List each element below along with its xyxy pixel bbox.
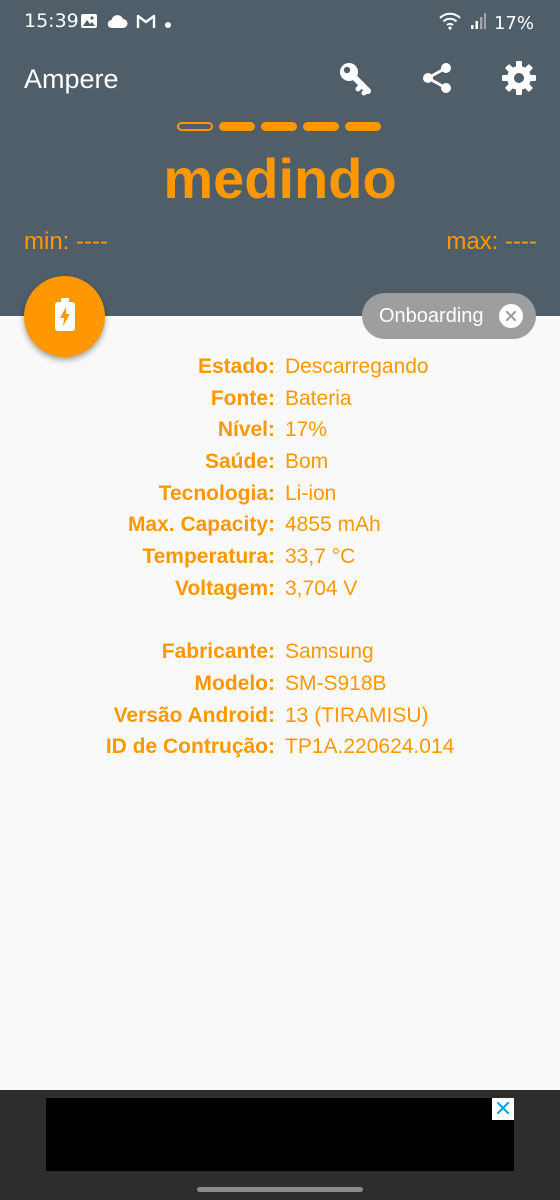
signal-icon: [470, 12, 486, 35]
info-value: Bom: [285, 449, 329, 473]
gesture-nav-handle[interactable]: [197, 1187, 363, 1192]
info-row-max-capacity: Max. Capacity: 4855 mAh: [0, 509, 560, 541]
status-bar: 15:39 17%: [0, 0, 560, 42]
info-value: 33,7 °C: [285, 544, 356, 568]
cloud-icon: [106, 13, 128, 33]
notification-icons: [80, 12, 172, 34]
key-icon: [335, 58, 375, 102]
measure-status: medindo: [163, 147, 397, 210]
close-icon: [505, 305, 517, 328]
image-icon: [80, 12, 98, 34]
progress-dash: [261, 122, 297, 131]
info-value: Descarregando: [285, 354, 429, 378]
share-button[interactable]: [413, 56, 461, 104]
info-value: 13 (TIRAMISU): [285, 703, 429, 727]
key-button[interactable]: [331, 56, 379, 104]
info-key: Fabricante:: [161, 640, 275, 664]
info-key: Nível:: [217, 418, 275, 442]
info-row-voltagem: Voltagem: 3,704 V: [0, 573, 560, 605]
ad-area: [0, 1090, 560, 1200]
info-value: 17%: [285, 418, 328, 442]
info-row-temperatura: Temperatura: 33,7 °C: [0, 541, 560, 573]
info-key: Max. Capacity:: [127, 513, 275, 537]
info-key: Fonte:: [210, 386, 275, 410]
system-icons: 17%: [438, 11, 534, 36]
settings-button[interactable]: [495, 56, 543, 104]
onboarding-label: Onboarding: [379, 304, 484, 327]
settings-icon: [500, 59, 538, 101]
info-row-modelo: Modelo: SM-S918B: [0, 668, 560, 700]
info-row-fabricante: Fabricante: Samsung: [0, 637, 560, 669]
progress-dash: [177, 122, 213, 131]
info-key: Saúde:: [204, 449, 275, 473]
info-key: Estado:: [197, 354, 275, 378]
ad-close-button[interactable]: [492, 1098, 514, 1120]
progress-dash: [303, 122, 339, 131]
info-value: SM-S918B: [285, 672, 387, 696]
info-key: Versão Android:: [113, 703, 275, 727]
measuring-progress: [177, 122, 381, 131]
info-key: ID de Contrução:: [105, 735, 275, 759]
gmail-icon: [136, 13, 156, 33]
info-value: 3,704 V: [285, 576, 358, 600]
onboarding-chip[interactable]: Onboarding: [362, 293, 536, 339]
share-icon: [419, 60, 455, 100]
info-row-estado: Estado: Descarregando: [0, 351, 560, 383]
info-key: Voltagem:: [175, 576, 275, 600]
info-value: Bateria: [285, 386, 352, 410]
max-value: max: ----: [446, 228, 537, 255]
battery-info-list: Estado: Descarregando Fonte: Bateria Nív…: [0, 351, 560, 763]
info-row-tecnologia: Tecnologia: Li-ion: [0, 478, 560, 510]
info-key: Temperatura:: [142, 544, 275, 568]
info-value: Li-ion: [285, 481, 337, 505]
battery-percent: 17%: [493, 13, 534, 34]
close-icon: [496, 1100, 510, 1119]
progress-dash: [219, 122, 255, 131]
info-key: Modelo:: [194, 672, 275, 696]
min-value: min: ----: [24, 228, 108, 255]
info-row-build-id: ID de Contrução: TP1A.220624.014: [0, 732, 560, 764]
battery-charging-icon: [54, 297, 76, 336]
chip-close-button[interactable]: [499, 304, 523, 328]
info-value: Samsung: [285, 640, 374, 664]
info-key: Tecnologia:: [158, 481, 275, 505]
info-row-nivel: Nível: 17%: [0, 414, 560, 446]
wifi-icon: [438, 11, 462, 36]
progress-dash: [345, 122, 381, 131]
info-row-saude: Saúde: Bom: [0, 446, 560, 478]
status-time: 15:39: [24, 10, 79, 32]
app-title: Ampere: [24, 64, 119, 94]
dot-icon: [164, 14, 172, 33]
info-value: TP1A.220624.014: [285, 735, 455, 759]
ad-banner[interactable]: [46, 1098, 514, 1171]
info-row-fonte: Fonte: Bateria: [0, 383, 560, 415]
app-bar: Ampere medindo min: ---- max: ----: [0, 42, 560, 316]
info-row-versao-android: Versão Android: 13 (TIRAMISU): [0, 700, 560, 732]
info-value: 4855 mAh: [285, 513, 381, 537]
battery-fab[interactable]: [24, 276, 105, 357]
